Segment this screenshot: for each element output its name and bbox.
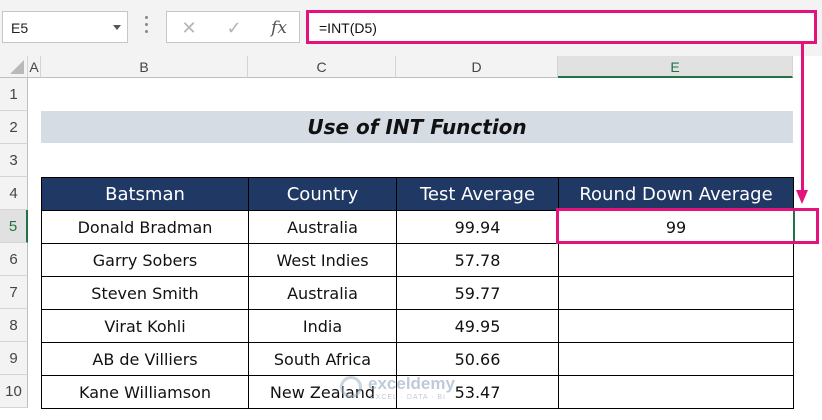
cell-country[interactable]: Australia — [248, 276, 397, 310]
result-highlight-box — [556, 208, 819, 244]
cell-country[interactable]: West Indies — [248, 243, 397, 277]
cell-country[interactable]: India — [248, 309, 397, 343]
row-header-6[interactable]: 6 — [0, 243, 28, 276]
header-batsman[interactable]: Batsman — [41, 177, 249, 211]
row-header-7[interactable]: 7 — [0, 276, 28, 309]
header-round-down-average[interactable]: Round Down Average — [558, 177, 794, 211]
drag-handle-icon[interactable] — [145, 16, 149, 38]
table-row: Virat Kohli India 49.95 — [41, 309, 794, 343]
insert-function-icon[interactable]: fx — [265, 18, 293, 38]
table-row: Steven Smith Australia 59.77 — [41, 276, 794, 310]
cell-batsman[interactable]: Kane Williamson — [41, 375, 249, 409]
cell-batsman[interactable]: Donald Bradman — [41, 210, 249, 244]
column-header-c[interactable]: C — [248, 56, 396, 78]
formula-highlight-box — [306, 10, 817, 44]
cell-test-average[interactable]: 99.94 — [396, 210, 559, 244]
cell-round-down-average[interactable] — [558, 342, 794, 376]
cancel-icon[interactable]: ✕ — [175, 18, 203, 38]
row-header-4[interactable]: 4 — [0, 177, 28, 210]
enter-icon[interactable]: ✓ — [220, 18, 248, 38]
column-header-a[interactable]: A — [28, 56, 41, 78]
watermark-tagline: EXCEL · DATA · BI — [370, 394, 446, 401]
header-country[interactable]: Country — [248, 177, 397, 211]
exceldemy-logo-icon — [340, 376, 362, 398]
table-row: AB de Villiers South Africa 50.66 — [41, 342, 794, 376]
table-header-row: Batsman Country Test Average Round Down … — [41, 177, 794, 211]
cell-round-down-average[interactable] — [558, 276, 794, 310]
row-header-9[interactable]: 9 — [0, 342, 28, 375]
row-header-5[interactable]: 5 — [0, 210, 28, 243]
watermark-name: exceldemy — [368, 374, 455, 393]
cell-country[interactable]: South Africa — [248, 342, 397, 376]
cell-round-down-average[interactable] — [558, 375, 794, 409]
watermark-logo: exceldemy EXCEL · DATA · BI — [340, 374, 490, 404]
cell-batsman[interactable]: Garry Sobers — [41, 243, 249, 277]
cell-test-average[interactable]: 57.78 — [396, 243, 559, 277]
arrow-line — [801, 44, 804, 194]
table-row: Garry Sobers West Indies 57.78 — [41, 243, 794, 277]
cell-batsman[interactable]: AB de Villiers — [41, 342, 249, 376]
cell-test-average[interactable]: 49.95 — [396, 309, 559, 343]
column-header-d[interactable]: D — [396, 56, 558, 78]
row-header-10[interactable]: 10 — [0, 375, 28, 408]
cell-country[interactable]: Australia — [248, 210, 397, 244]
header-test-average[interactable]: Test Average — [396, 177, 559, 211]
column-header-b[interactable]: B — [41, 56, 248, 78]
row-header-3[interactable]: 3 — [0, 144, 28, 177]
row-header-2[interactable]: 2 — [0, 111, 28, 144]
select-all-corner[interactable] — [0, 56, 28, 78]
sheet-title[interactable]: Use of INT Function — [41, 111, 793, 143]
cell-round-down-average[interactable] — [558, 243, 794, 277]
row-header-8[interactable]: 8 — [0, 309, 28, 342]
name-box-value: E5 — [11, 20, 29, 36]
name-box[interactable]: E5 — [2, 11, 128, 43]
row-header-1[interactable]: 1 — [0, 78, 28, 111]
formula-bar-area: E5 ✕ ✓ fx =INT(D5) — [0, 0, 822, 56]
cell-test-average[interactable]: 59.77 — [396, 276, 559, 310]
cell-test-average[interactable]: 50.66 — [396, 342, 559, 376]
chevron-down-icon[interactable] — [113, 25, 121, 30]
column-header-e[interactable]: E — [558, 56, 793, 78]
cell-round-down-average[interactable] — [558, 309, 794, 343]
cell-batsman[interactable]: Virat Kohli — [41, 309, 249, 343]
formula-buttons: ✕ ✓ fx — [166, 11, 300, 43]
cell-batsman[interactable]: Steven Smith — [41, 276, 249, 310]
arrow-down-icon — [796, 190, 808, 204]
